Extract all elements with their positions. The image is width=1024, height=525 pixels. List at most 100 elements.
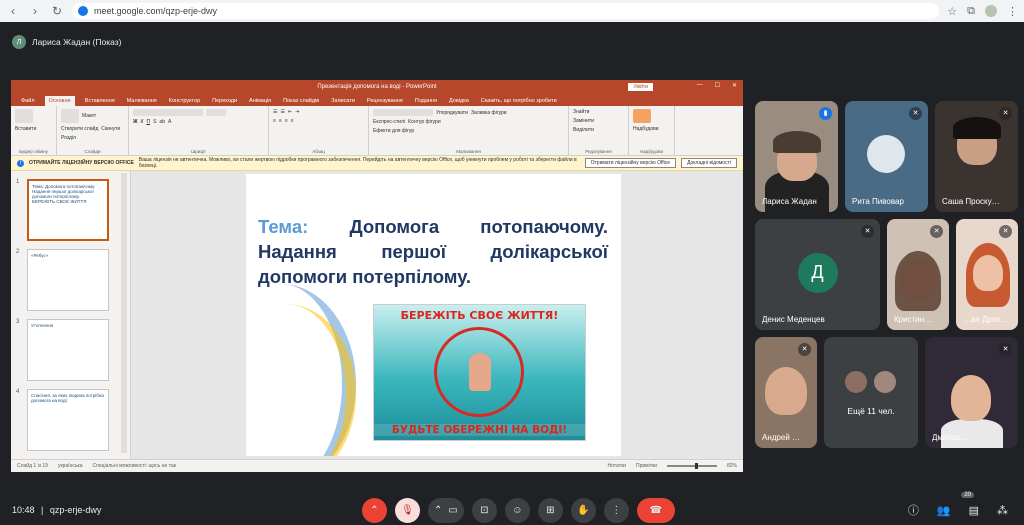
tab-insert[interactable]: Вставлення xyxy=(83,98,117,106)
chevron-up-icon: ⌃ xyxy=(370,505,379,516)
forward-icon[interactable]: › xyxy=(28,4,42,18)
outline-button[interactable]: Контур фігури xyxy=(408,119,440,125)
tab-home[interactable]: Основне xyxy=(44,96,75,106)
participant-tile[interactable]: ✕ Рита Пивовар xyxy=(845,101,928,212)
comments-button[interactable]: Примітки xyxy=(636,463,657,469)
participant-tile[interactable]: ▮ Лариса Жадан xyxy=(755,101,838,212)
arrange-button[interactable]: Упорядкувати xyxy=(436,110,468,116)
accessibility-status[interactable]: Спеціальні можливості: щось не так xyxy=(93,463,176,469)
raise-hand-button[interactable]: ✋ xyxy=(570,498,596,523)
participant-tile[interactable]: ✕ Саша Проску… xyxy=(935,101,1018,212)
font-size-box[interactable] xyxy=(206,109,226,116)
reload-icon[interactable]: ↻ xyxy=(50,4,64,18)
zoom-slider[interactable] xyxy=(666,463,717,469)
participants-count-badge: 20 xyxy=(961,492,974,498)
mic-off-icon: ✕ xyxy=(999,107,1012,120)
activities-icon[interactable]: ⁂ xyxy=(997,504,1008,517)
sections-button[interactable]: Розділ xyxy=(61,135,124,141)
maximize-icon[interactable]: ☐ xyxy=(715,82,720,89)
tab-transitions[interactable]: Переходи xyxy=(210,98,239,106)
ppt-tabs: Файл Основне Вставлення Малювання Констр… xyxy=(11,94,743,106)
mic-off-icon: 🎙 xyxy=(401,505,414,516)
participant-tile[interactable]: ✕ Кристин… xyxy=(887,219,949,330)
reactions-button[interactable]: ☺ xyxy=(504,498,530,523)
participant-tile[interactable]: ✕ Дмитро… xyxy=(925,337,1018,448)
browser-menu-icon[interactable]: ⋮ xyxy=(1007,5,1018,18)
reset-button[interactable]: Скинути xyxy=(101,126,120,132)
thumb-slide-1[interactable]: Тема: Допомога потопаючому. Надання перш… xyxy=(27,179,109,241)
leave-call-button[interactable]: ☎ xyxy=(636,498,675,523)
participant-tile[interactable]: Д ✕ Денис Меденцев xyxy=(755,219,880,330)
present-button[interactable]: ⊞ xyxy=(537,498,563,523)
slide-poster-image: БЕРЕЖІТЬ СВОЄ ЖИТТЯ! БУДЬТЕ ОБЕРЕЖНІ НА … xyxy=(373,304,586,441)
mic-toggle-button[interactable]: 🎙 xyxy=(395,498,420,523)
ppt-login-button[interactable]: Увійти xyxy=(628,83,653,91)
styles-button[interactable]: Експрес-стилі xyxy=(373,119,405,125)
mic-off-icon: ✕ xyxy=(999,343,1012,356)
participant-tile[interactable]: ✕ …ая Дроз… xyxy=(956,219,1018,330)
captions-button[interactable]: ⊡ xyxy=(471,498,497,523)
bookmark-star-icon[interactable]: ☆ xyxy=(947,5,957,18)
font-name-box[interactable] xyxy=(133,109,203,116)
shapes-gallery[interactable] xyxy=(373,109,433,116)
thumb-slide-4[interactable]: Спасіння, за яких людина потрібна допомо… xyxy=(27,389,109,451)
find-button[interactable]: Знайти xyxy=(573,109,624,115)
clock-time: 10:48 xyxy=(12,505,35,515)
zoom-level[interactable]: 82% xyxy=(727,463,737,469)
tab-review[interactable]: Рецензування xyxy=(365,98,405,106)
presenter-label: Лариса Жадан (Показ) xyxy=(32,37,122,47)
effects-button[interactable]: Ефекти для фігур xyxy=(373,128,564,134)
tab-help[interactable]: Довідка xyxy=(447,98,471,106)
back-icon[interactable]: ‹ xyxy=(6,4,20,18)
hang-up-icon: ☎ xyxy=(649,505,663,516)
participant-name: Рита Пивовар xyxy=(852,197,904,206)
poster-bottom-text: БУДЬТЕ ОБЕРЕЖНІ НА ВОДІ! xyxy=(374,424,585,436)
replace-button[interactable]: Замінити xyxy=(573,118,624,124)
participant-avatar: Д xyxy=(797,252,838,293)
paste-icon[interactable] xyxy=(15,109,33,123)
address-bar[interactable]: meet.google.com/qzp-erje-dwy xyxy=(72,3,940,19)
minimize-icon[interactable]: — xyxy=(697,82,703,89)
tab-file[interactable]: Файл xyxy=(19,98,37,106)
current-slide[interactable]: Тема: Допомога потопаючому. Надання перш… xyxy=(246,174,621,456)
more-participants-tile[interactable]: Ещё 11 чел. xyxy=(824,337,918,448)
slide-title-text: Допомога потопаючому. Надання першої дол… xyxy=(258,216,609,287)
ppt-ribbon: Вставити Буфер обміну Макет Створити сла… xyxy=(11,106,743,156)
people-icon[interactable]: 👥 xyxy=(937,504,951,517)
participant-tile[interactable]: ✕ Андрей … xyxy=(755,337,817,448)
tab-record[interactable]: Записати xyxy=(329,98,357,106)
tab-animation[interactable]: Анімація xyxy=(247,98,273,106)
tab-slideshow[interactable]: Показ слайдів xyxy=(281,98,321,106)
chat-icon[interactable]: ▤ xyxy=(969,504,979,517)
captions-icon: ⊡ xyxy=(480,505,489,516)
new-slide-icon[interactable] xyxy=(61,109,79,123)
chevron-up-icon: ⌃ xyxy=(434,505,443,516)
get-license-button[interactable]: Отримати ліцензійну версію Office xyxy=(584,158,677,168)
mic-options-button[interactable]: ⌃ xyxy=(362,498,387,523)
close-icon[interactable]: ✕ xyxy=(732,82,737,89)
language-status[interactable]: українська xyxy=(58,463,83,469)
camera-options-button[interactable]: ⌃ ▭ xyxy=(428,498,464,523)
more-options-button[interactable]: ⋮ xyxy=(603,498,629,523)
profile-avatar[interactable] xyxy=(985,5,997,17)
layout-button[interactable]: Макет xyxy=(82,113,96,119)
presenter-avatar: Л xyxy=(12,35,26,49)
select-button[interactable]: Виділити xyxy=(573,127,624,133)
thumb-slide-3[interactable]: Утоплення xyxy=(27,319,109,381)
tab-design[interactable]: Конструктор xyxy=(167,98,202,106)
fill-button[interactable]: Заливка фігури xyxy=(471,110,507,116)
more-info-button[interactable]: Докладні відомості xyxy=(681,158,737,168)
tab-view[interactable]: Подання xyxy=(413,98,439,106)
tab-draw[interactable]: Малювання xyxy=(125,98,159,106)
notes-button[interactable]: Нотатки xyxy=(608,463,626,469)
addins-icon[interactable] xyxy=(633,109,651,123)
new-slide-button[interactable]: Створити слайд xyxy=(61,126,98,132)
tell-me-search[interactable]: Скажіть, що потрібно зробити xyxy=(479,98,559,106)
paste-button[interactable]: Вставити xyxy=(15,126,52,132)
extensions-icon[interactable]: ⧉ xyxy=(967,5,975,18)
thumbs-scrollbar[interactable] xyxy=(121,173,127,453)
license-message: Ваша ліцензія не автентична. Можливо, ви… xyxy=(138,157,577,169)
thumb-slide-2[interactable]: «Ребус» xyxy=(27,249,109,311)
meeting-info-icon[interactable]: ⓘ xyxy=(908,502,919,518)
addins-button[interactable]: Надбудови xyxy=(633,126,670,132)
